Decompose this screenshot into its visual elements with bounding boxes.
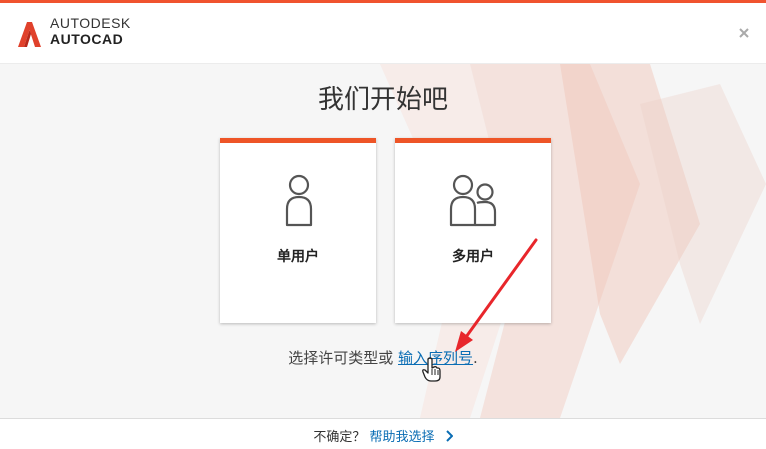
license-type-prompt: 选择许可类型或 输入序列号. [0,347,766,368]
brand-logo: AUTODESK AUTOCAD [50,16,131,46]
autodesk-a-logo-icon [18,22,41,47]
footer: 不确定？ 帮助我选择 [0,418,766,449]
help-me-choose-link[interactable]: 帮助我选择 [370,430,435,445]
license-prompt-text: 选择许可类型或 [288,349,394,367]
chevron-right-icon[interactable] [445,430,453,442]
close-icon[interactable] [738,27,750,39]
multi-user-card[interactable]: 多用户 [395,138,551,323]
single-user-icon [285,174,313,227]
footer-question: 不确定？ [313,430,366,445]
main-content: 我们开始吧 单用户 多用户 选择许可类型或 输入序列号. [0,64,766,418]
page-title: 我们开始吧 [317,85,448,115]
footer-help-line: 不确定？ 帮助我选择 [0,426,766,445]
single-user-label: 单用户 [277,249,319,265]
trailing-period: . [473,349,478,367]
multi-user-label: 多用户 [452,249,494,265]
header: AUTODESK AUTOCAD [0,3,766,64]
brand-line2: AUTOCAD [50,31,124,47]
single-user-card[interactable]: 单用户 [220,138,376,323]
hand-cursor-icon [422,357,441,382]
multi-user-icon [449,174,497,227]
brand-line1: AUTODESK [50,15,131,31]
